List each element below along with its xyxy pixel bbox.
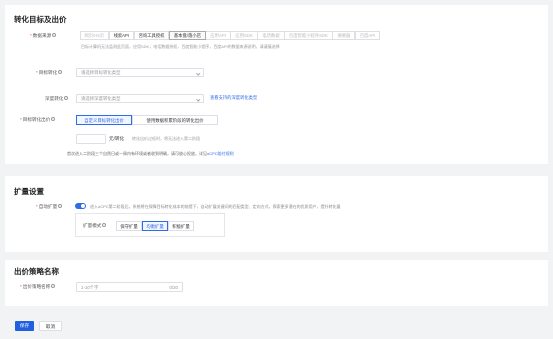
required-mark: * (36, 204, 38, 209)
expand-mode-conservative[interactable]: 保守扩量 (116, 221, 142, 231)
data-source-tab[interactable]: 线索API (108, 31, 135, 40)
section-title-expand: 扩量设置 (14, 187, 44, 196)
expand-mode-label: 扩量模式 (83, 223, 107, 229)
select-placeholder: 请选择深度转化类型 (81, 96, 121, 101)
strategy-name-input[interactable]: 1-10个字 0/20 (76, 282, 183, 292)
help-icon (64, 96, 69, 101)
chevron-down-icon (195, 70, 200, 75)
help-icon (51, 284, 56, 289)
data-source-tab[interactable]: 网页/H5页 (79, 31, 110, 40)
data-source-help-text: 目标计算机无法监测此页面，应用SDK，电话数据授权，百度智能小程序，百度API的… (81, 44, 280, 49)
data-source-tab[interactable]: 百度智能小程序SDK (284, 31, 333, 40)
accumulated-bid-option[interactable]: 使用数据积累阶段的转化出价 (132, 115, 218, 125)
target-conversion-select[interactable]: 请选择目标转化类型 (76, 68, 204, 77)
required-mark: * (36, 70, 38, 75)
data-source-tab[interactable]: 百度API (354, 31, 381, 40)
data-source-tab[interactable]: 应用API (205, 31, 231, 40)
section-title-name: 出价策略名称 (14, 267, 59, 276)
required-mark: * (20, 117, 22, 122)
strategy-name-section: 出价策略名称 *出价策略名称 1-10个字 0/20 (5, 260, 548, 306)
help-icon (58, 204, 63, 209)
deep-conversion-select[interactable]: 请选择深度转化类型 (76, 94, 204, 103)
data-source-tab[interactable]: 摘要器 (332, 31, 356, 40)
help-icon (58, 70, 63, 75)
bid-amount-input[interactable] (76, 134, 106, 144)
select-placeholder: 请选择目标转化类型 (81, 70, 121, 75)
auto-expand-label: *自动扩量 (36, 204, 63, 210)
char-counter: 0/20 (169, 285, 178, 290)
data-source-label: *数据来源 (30, 33, 57, 39)
data-source-tab[interactable]: 应用SDK (230, 31, 258, 40)
data-source-tabs: 网页/H5页 线索API 咨询工具授权 基本盘/落小店 应用API 应用SDK … (79, 31, 381, 40)
toggle-knob (80, 203, 86, 209)
required-mark: * (30, 33, 32, 38)
custom-bid-option[interactable]: 自定义目标转化出价 (76, 115, 132, 125)
bid-unit-help: 转化出价过低时，将无法进入第二阶段 (132, 136, 200, 141)
expand-mode-balanced[interactable]: 均衡扩量 (142, 221, 168, 231)
target-conversion-label: *目标转化 (36, 70, 63, 76)
section-title-bid: 转化目标及出价 (14, 15, 67, 24)
save-button[interactable]: 保存 (15, 321, 34, 331)
deep-conversion-types-link[interactable]: 查看支持的深度转化类型 (210, 95, 257, 101)
data-source-tab[interactable]: 咨询工具授权 (133, 31, 170, 40)
expand-mode-panel: 扩量模式 保守扩量 均衡扩量 积极扩量 (75, 213, 225, 237)
required-mark: * (20, 284, 22, 289)
expand-settings-section: 扩量设置 *自动扩量 进入oCPC第二阶段后，系统将在保障目标转化成本的前提下，… (5, 176, 548, 252)
ocpc-compensation-rules-link[interactable]: oCPC赔付规则 (207, 151, 234, 156)
bid-unit-label: 元/转化 (109, 136, 125, 141)
target-bid-label: *目标转化出价 (20, 117, 56, 123)
data-source-tab-selected[interactable]: 基本盘/落小店 (168, 31, 206, 40)
cancel-button[interactable]: 取消 (39, 321, 62, 331)
auto-expand-toggle[interactable] (75, 203, 86, 209)
help-icon (51, 117, 56, 122)
bid-note: 首次进入二阶段三个自然日或一周内有环境或者收到明确，请可放心投放，详见oCPC赔… (67, 151, 234, 156)
auto-expand-description: 进入oCPC第二阶段后，系统将在保障目标转化成本的前提下，自动扩展关键词的匹配类… (90, 204, 341, 209)
strategy-name-label: *出价策略名称 (20, 284, 56, 290)
bid-target-section: 转化目标及出价 *数据来源 网页/H5页 线索API 咨询工具授权 基本盘/落小… (5, 5, 548, 164)
input-placeholder: 1-10个字 (81, 285, 99, 290)
data-source-tab[interactable]: 电话数据 (257, 31, 285, 40)
form-footer: 保存 取消 (0, 315, 553, 339)
chevron-down-icon (195, 96, 200, 101)
deep-conversion-label: 深度转化 (45, 96, 69, 102)
help-icon (52, 33, 57, 38)
expand-mode-aggressive[interactable]: 积极扩量 (168, 221, 194, 231)
help-icon (102, 223, 107, 228)
